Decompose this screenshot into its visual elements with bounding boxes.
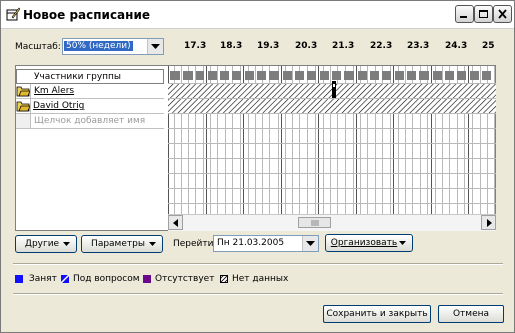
date-header: 18.3 (220, 41, 243, 51)
scale-value: 50% (недели) (64, 41, 133, 51)
title-bar: Новое расписание (1, 1, 514, 29)
empty-slot-icon (16, 114, 31, 128)
maximize-icon (479, 10, 488, 18)
scale-label: Масштаб: (15, 42, 61, 52)
organize-button-label: Организовать (330, 238, 398, 248)
chevron-down-icon (399, 241, 406, 245)
attendees-header: Участники группы (16, 69, 164, 84)
goto-date-value: Пн 21.03.2005 (217, 238, 285, 248)
attendee-name[interactable]: David Otrig (33, 101, 84, 111)
chevron-right-icon (487, 219, 492, 227)
chevron-left-icon (173, 219, 178, 227)
add-attendee-placeholder[interactable]: Щелчок добавляет имя (34, 116, 145, 126)
tentative-swatch (61, 275, 69, 283)
legend-label: Нет данных (232, 274, 289, 284)
scale-select[interactable]: 50% (недели) (62, 38, 164, 55)
scroll-thumb[interactable] (298, 217, 331, 228)
close-icon (498, 9, 507, 19)
attendee-row[interactable]: Km Alers (16, 84, 164, 99)
attendee-name[interactable]: Km Alers (34, 86, 74, 96)
chevron-down-icon (149, 242, 156, 246)
cancel-button[interactable]: Отмена (438, 305, 504, 323)
date-header: 20.3 (295, 41, 318, 51)
date-header: 25 (482, 41, 495, 51)
attendee-row[interactable]: David Otrig (16, 99, 164, 114)
no-data-block-attendee-2 (168, 99, 496, 113)
grip-icon (311, 220, 319, 226)
scroll-right-button[interactable] (481, 215, 496, 230)
attendees-list: Km Alers David Otrig Щелчок добавляет им… (16, 84, 164, 129)
divider (13, 263, 503, 265)
window-title: Новое расписание (23, 8, 150, 22)
meeting-time-marker[interactable] (332, 81, 336, 98)
options-button-label: Параметры (91, 239, 145, 249)
date-header: 17.3 (184, 41, 207, 51)
attendees-header-label: Участники группы (34, 72, 122, 82)
save-and-close-button[interactable]: Сохранить и закрыть (323, 305, 431, 323)
meeting-time-marker-grip (333, 84, 335, 87)
cancel-label: Отмена (452, 309, 490, 319)
scheduling-grid: Участники группы Km Alers David Otrig Ще… (15, 65, 496, 231)
out-of-office-swatch (143, 275, 151, 283)
date-header: 19.3 (257, 41, 280, 51)
add-attendee-row[interactable]: Щелчок добавляет имя (16, 114, 164, 129)
minimize-icon (460, 16, 467, 18)
folder-icon (16, 84, 31, 98)
date-header: 23.3 (407, 41, 430, 51)
organize-button[interactable]: Организовать (325, 234, 413, 252)
chevron-down-icon (63, 242, 70, 246)
save-and-close-label: Сохранить и закрыть (326, 309, 428, 319)
goto-label: Перейти (173, 239, 214, 249)
folder-icon (16, 99, 31, 113)
maximize-button[interactable] (474, 5, 493, 23)
date-header: 21.3 (332, 41, 355, 51)
chevron-down-icon[interactable] (147, 39, 163, 54)
scroll-left-button[interactable] (168, 215, 183, 230)
others-button-label: Другие (24, 239, 60, 249)
busy-swatch (15, 275, 23, 283)
legend-label: Занят (29, 274, 57, 284)
chevron-down-icon[interactable] (302, 236, 318, 251)
schedule-window: Новое расписание Масштаб: 50% (недели) 1… (0, 0, 515, 333)
others-button[interactable]: Другие (15, 235, 77, 253)
legend-label: Отсутствует (155, 274, 215, 284)
no-data-swatch (220, 275, 228, 283)
calendar-pencil-icon (6, 7, 20, 21)
date-header: 24.3 (445, 41, 468, 51)
minimize-button[interactable] (455, 5, 474, 23)
close-button[interactable] (493, 5, 512, 23)
date-header: 22.3 (370, 41, 393, 51)
goto-date-select[interactable]: Пн 21.03.2005 (213, 235, 319, 252)
divider (13, 293, 503, 295)
legend-label: Под вопросом (73, 274, 140, 284)
horizontal-scrollbar[interactable] (168, 214, 496, 231)
options-button[interactable]: Параметры (81, 235, 163, 253)
timeline-grid[interactable] (168, 66, 496, 214)
